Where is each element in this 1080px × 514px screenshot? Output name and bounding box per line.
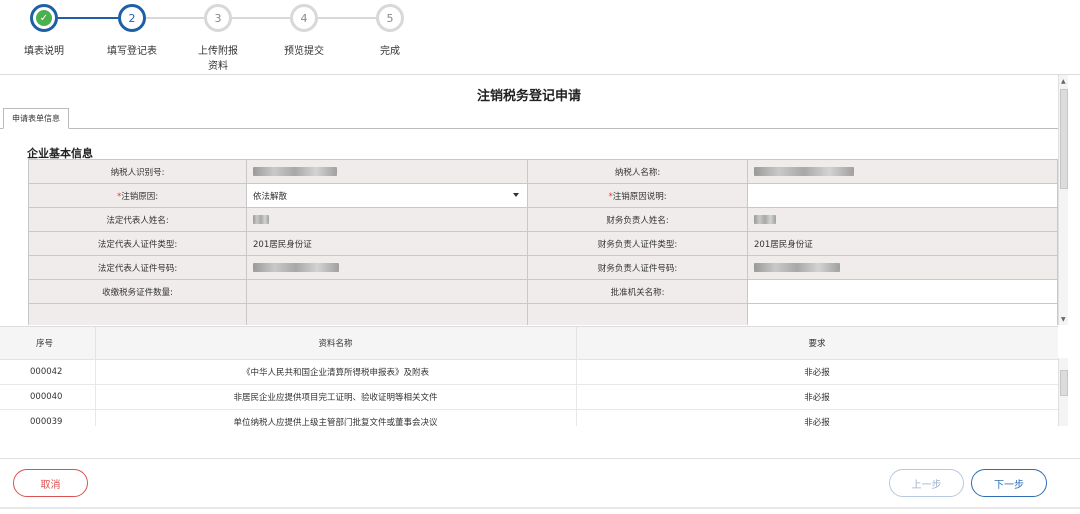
redacted-value: [754, 166, 854, 176]
attachment-table: 序号 资料名称 要求 000042 《中华人民共和国企业清算所得税申报表》及附表…: [0, 327, 1058, 426]
col-name-header: 资料名称: [95, 327, 577, 360]
scroll-down-icon[interactable]: ▼: [1061, 316, 1066, 323]
redacted-value: [754, 262, 840, 272]
chevron-down-icon: [513, 193, 519, 197]
previous-step-button[interactable]: 上一步: [889, 469, 964, 497]
requirement-cell: 非必报: [576, 384, 1058, 410]
step-connector: [232, 17, 290, 19]
step-2-circle: 2: [118, 4, 146, 32]
finance-head-id-type-label: 财务负责人证件类型:: [527, 231, 748, 256]
material-name-cell: 非居民企业应提供项目完工证明、验收证明等相关文件: [95, 384, 577, 410]
legal-rep-name-label: 法定代表人姓名:: [28, 207, 247, 232]
legal-rep-id-number-label: 法定代表人证件号码:: [28, 255, 247, 280]
taxpayer-name-value: [747, 159, 1058, 184]
cancel-button[interactable]: 取消: [13, 469, 88, 497]
cancel-reason-desc-input[interactable]: [747, 183, 1058, 208]
requirement-cell: 非必报: [576, 409, 1058, 426]
step-5-circle: 5: [376, 4, 404, 32]
step-connector: [146, 17, 204, 19]
col-requirement-header: 要求: [576, 327, 1058, 360]
tax-cert-count-value: [246, 279, 528, 304]
form-panel: 注销税务登记申请 申请表单信息 企业基本信息 纳税人识别号: 纳税人名称: *注…: [0, 75, 1058, 325]
table-row[interactable]: 000039 单位纳税人应提供上级主管部门批复文件或董事会决议 非必报: [0, 409, 1058, 426]
step-connector: [56, 17, 118, 19]
table-row: 法定代表人证件号码: 财务负责人证件号码:: [28, 255, 1058, 280]
legal-rep-id-number-value: [246, 255, 528, 280]
table-row: 法定代表人证件类型: 201居民身份证 财务负责人证件类型: 201居民身份证: [28, 231, 1058, 256]
footer-bar: 取消 上一步 下一步: [0, 458, 1080, 508]
tab-bar: 申请表单信息: [0, 108, 1058, 129]
table-row: 法定代表人姓名: 财务负责人姓名:: [28, 207, 1058, 232]
tax-cert-count-label: 收缴税务证件数量:: [28, 279, 247, 304]
finance-head-name-label: 财务负责人姓名:: [527, 207, 748, 232]
step-1-label: 填表说明: [24, 46, 64, 57]
table-row: *注销原因: 依法解散 *注销原因说明:: [28, 183, 1058, 208]
table-header-row: 序号 资料名称 要求: [0, 327, 1058, 360]
attachment-panel: 序号 资料名称 要求 000042 《中华人民共和国企业清算所得税申报表》及附表…: [0, 326, 1058, 426]
progress-stepper: ✓ 2 3 4 5 填表说明 填写登记表 上传附报资料 预览提交 完成: [0, 0, 1080, 74]
step-3-label: 上传附报资料: [198, 46, 238, 72]
taxpayer-id-value: [246, 159, 528, 184]
finance-head-id-number-label: 财务负责人证件号码:: [527, 255, 748, 280]
step-2-label: 填写登记表: [107, 46, 157, 57]
check-icon: ✓: [36, 10, 52, 26]
taxpayer-name-label: 纳税人名称:: [527, 159, 748, 184]
seq-cell: 000040: [0, 384, 96, 410]
step-4-circle: 4: [290, 4, 318, 32]
table-row: 收缴税务证件数量: 批准机关名称:: [28, 279, 1058, 304]
material-name-cell: 单位纳税人应提供上级主管部门批复文件或董事会决议: [95, 409, 577, 426]
step-1-circle: ✓: [30, 4, 58, 32]
legal-rep-name-value: [246, 207, 528, 232]
form-scrollbar[interactable]: ▲ ▼: [1058, 75, 1068, 325]
finance-head-id-type-value: 201居民身份证: [747, 231, 1058, 256]
attachment-scrollbar[interactable]: [1058, 358, 1068, 426]
scrollbar-thumb[interactable]: [1060, 370, 1068, 396]
redacted-value: [253, 262, 339, 272]
finance-head-id-number-value: [747, 255, 1058, 280]
cancel-reason-label: *注销原因:: [28, 183, 247, 208]
redacted-value: [253, 166, 337, 176]
material-name-cell: 《中华人民共和国企业清算所得税申报表》及附表: [95, 359, 577, 385]
company-info-table: 纳税人识别号: 纳税人名称: *注销原因: 依法解散 *注销原因说明: 法定代表…: [28, 159, 1058, 325]
approval-authority-label: 批准机关名称:: [527, 279, 748, 304]
step-3-circle: 3: [204, 4, 232, 32]
step-connector: [318, 17, 376, 19]
legal-rep-id-type-value: 201居民身份证: [246, 231, 528, 256]
table-row[interactable]: 000042 《中华人民共和国企业清算所得税申报表》及附表 非必报: [0, 359, 1058, 385]
step-5-label: 完成: [380, 46, 400, 57]
taxpayer-id-label: 纳税人识别号:: [28, 159, 247, 184]
approval-authority-input[interactable]: [747, 279, 1058, 304]
seq-cell: 000039: [0, 409, 96, 426]
table-row[interactable]: 000040 非居民企业应提供项目完工证明、验收证明等相关文件 非必报: [0, 384, 1058, 410]
tab-application-info[interactable]: 申请表单信息: [3, 108, 69, 129]
finance-head-name-value: [747, 207, 1058, 232]
col-seq-header: 序号: [0, 327, 96, 360]
redacted-value: [253, 214, 269, 224]
divider: [0, 507, 1080, 509]
cancel-reason-select[interactable]: 依法解散: [246, 183, 528, 208]
page-title: 注销税务登记申请: [476, 89, 581, 104]
next-step-button[interactable]: 下一步: [971, 469, 1047, 497]
legal-rep-id-type-label: 法定代表人证件类型:: [28, 231, 247, 256]
seq-cell: 000042: [0, 359, 96, 385]
requirement-cell: 非必报: [576, 359, 1058, 385]
table-row: [28, 303, 1058, 325]
cancel-reason-desc-label: *注销原因说明:: [527, 183, 748, 208]
table-row: 纳税人识别号: 纳税人名称:: [28, 159, 1058, 184]
redacted-value: [754, 214, 776, 224]
step-4-label: 预览提交: [284, 46, 324, 57]
scroll-up-icon[interactable]: ▲: [1061, 78, 1066, 85]
scrollbar-thumb[interactable]: [1060, 89, 1068, 189]
